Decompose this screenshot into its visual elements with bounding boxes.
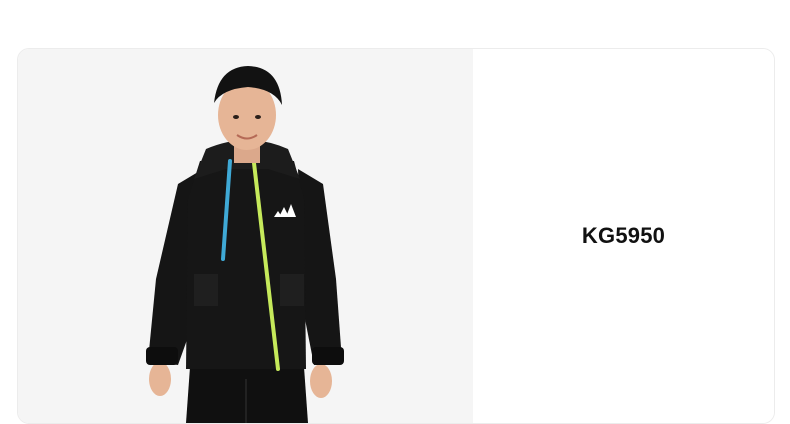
product-sku: KG5950	[581, 223, 666, 248]
product-info-panel: KG5950	[473, 49, 774, 423]
pants	[186, 367, 308, 423]
product-card[interactable]: KG5950	[17, 48, 775, 424]
product-image[interactable]	[18, 49, 473, 423]
product-photo	[146, 66, 344, 423]
jacket-body	[186, 161, 306, 369]
